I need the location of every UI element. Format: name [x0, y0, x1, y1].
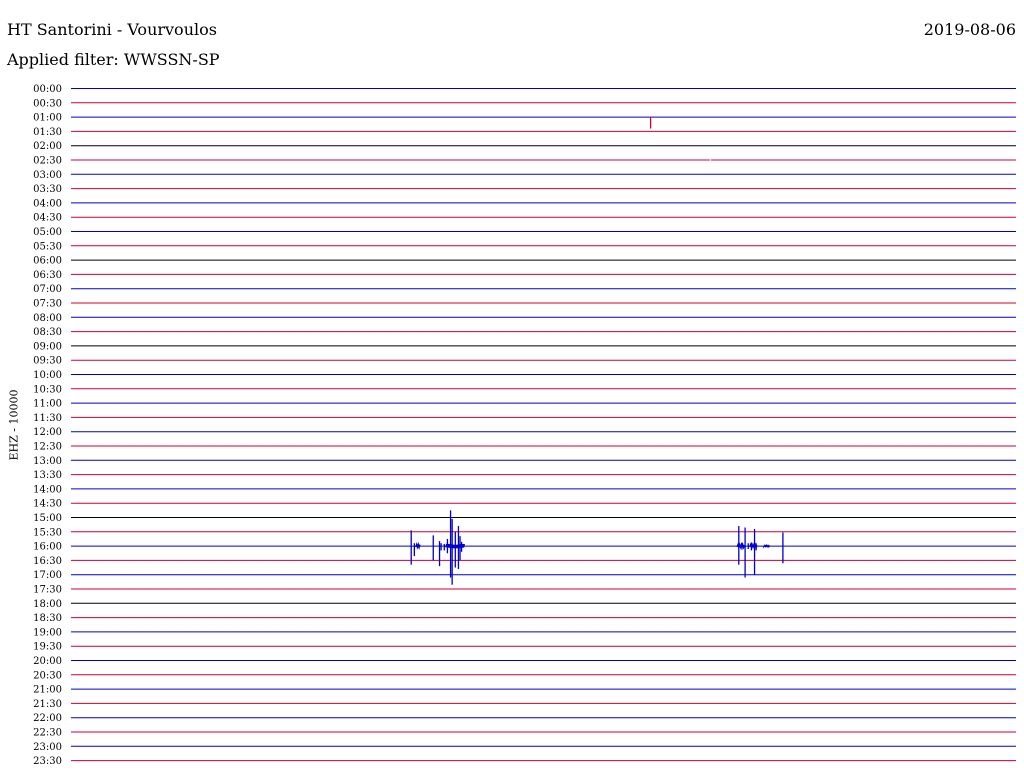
hour-label: 13:30 [33, 470, 62, 481]
hour-label: 15:30 [33, 527, 62, 538]
hour-label: 19:00 [33, 627, 62, 638]
hour-label: 08:30 [33, 327, 62, 338]
hour-label: 08:00 [33, 313, 62, 324]
hour-label: 17:00 [33, 570, 62, 581]
helicorder-plot: 00:00 00:30 01:00 01:30 02:00 02:30 03:00 03:30… [33, 84, 1016, 767]
hour-label: 20:30 [33, 670, 62, 681]
event-coda [415, 541, 421, 551]
hour-label: 20:00 [33, 656, 62, 667]
hour-label: 01:30 [33, 127, 62, 138]
hour-label: 02:00 [33, 141, 62, 152]
hour-label: 23:30 [33, 756, 62, 767]
hour-label: 22:00 [33, 713, 62, 724]
hour-label: 02:30 [33, 156, 62, 167]
event-coda [763, 544, 771, 549]
hour-label: 17:30 [33, 585, 62, 596]
hour-label: 07:00 [33, 284, 62, 295]
hour-label: 16:30 [33, 556, 62, 567]
hour-label: 13:00 [33, 456, 62, 467]
hour-label: 18:30 [33, 613, 62, 624]
hour-label: 16:00 [33, 542, 62, 553]
hour-label: 18:00 [33, 599, 62, 610]
seismic-events [410, 117, 784, 585]
hour-label: 21:00 [33, 685, 62, 696]
hour-label: 05:30 [33, 241, 62, 252]
hour-label: 05:00 [33, 227, 62, 238]
event-coda [736, 542, 746, 550]
hour-label: 01:00 [33, 113, 62, 124]
hour-label: 11:30 [33, 413, 62, 424]
hour-label: 09:00 [33, 341, 62, 352]
hour-label: 00:00 [33, 84, 62, 95]
hour-labels: 00:00 00:30 01:00 01:30 02:00 02:30 03:00 03:30… [33, 84, 62, 767]
hour-label: 04:00 [33, 198, 62, 209]
hour-label: 04:30 [33, 213, 62, 224]
hour-label: 12:00 [33, 427, 62, 438]
hour-label: 10:00 [33, 370, 62, 381]
hour-label: 03:30 [33, 184, 62, 195]
hour-label: 14:00 [33, 484, 62, 495]
hour-label: 11:00 [33, 399, 62, 410]
trace-rows [71, 88, 1016, 762]
hour-label: 10:30 [33, 384, 62, 395]
event-coda [749, 542, 758, 550]
hour-label: 15:00 [33, 513, 62, 524]
hour-label: 14:30 [33, 499, 62, 510]
hour-label: 09:30 [33, 356, 62, 367]
hour-label: 19:30 [33, 642, 62, 653]
hour-label: 06:30 [33, 270, 62, 281]
hour-label: 21:30 [33, 699, 62, 710]
hour-label: 03:00 [33, 170, 62, 181]
hour-label: 22:30 [33, 728, 62, 739]
hour-label: 06:00 [33, 256, 62, 267]
hour-label: 12:30 [33, 442, 62, 453]
hour-label: 23:00 [33, 742, 62, 753]
hour-label: 07:30 [33, 299, 62, 310]
hour-label: 00:30 [33, 98, 62, 109]
